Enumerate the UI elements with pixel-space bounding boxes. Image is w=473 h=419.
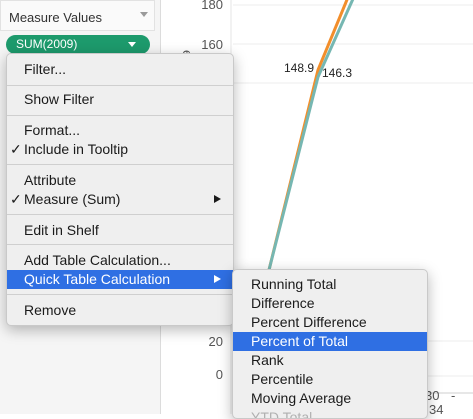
menu-item-label: Attribute [24, 172, 77, 188]
sum-2009-pill[interactable]: SUM(2009) [6, 35, 150, 54]
menu-item-label: Remove [24, 302, 77, 318]
data-label-146-3: 146.3 [322, 66, 352, 80]
menu-item-label: Add Table Calculation... [24, 252, 171, 268]
menu-item-include-in-tooltip[interactable]: ✓ Include in Tooltip [7, 140, 233, 159]
y-tick-160: 160 [201, 37, 223, 52]
menu-separator [7, 214, 233, 215]
submenu-item-percent-of-total[interactable]: Percent of Total [233, 332, 427, 351]
submenu-item-running-total[interactable]: Running Total [233, 275, 427, 294]
menu-item-add-table-calculation[interactable]: Add Table Calculation... [7, 251, 233, 270]
menu-separator [7, 85, 233, 86]
y-tick-20: 20 [209, 334, 223, 349]
menu-item-label: Show Filter [24, 91, 95, 107]
data-label-148-9: 148.9 [284, 61, 314, 75]
submenu-arrow-icon [214, 195, 221, 203]
submenu-item-label: Moving Average [251, 390, 352, 406]
submenu-item-percentile[interactable]: Percentile [233, 370, 427, 389]
menu-item-filter[interactable]: Filter... [7, 60, 233, 79]
menu-item-remove[interactable]: Remove [7, 301, 233, 320]
measure-values-card[interactable]: Measure Values [0, 0, 155, 31]
menu-item-label: Include in Tooltip [24, 141, 129, 157]
menu-separator [7, 294, 233, 295]
pill-context-menu: Filter... Show Filter Format... ✓ Includ… [6, 53, 234, 326]
menu-item-label: Format... [24, 122, 81, 138]
chevron-down-icon[interactable] [140, 12, 148, 17]
y-tick-180: 180 [201, 0, 223, 12]
menu-item-edit-in-shelf[interactable]: Edit in Shelf [7, 221, 233, 240]
submenu-item-label: Running Total [251, 276, 337, 292]
menu-item-attribute[interactable]: Attribute [7, 171, 233, 190]
series-line-orange [267, 0, 349, 271]
series-line-teal [267, 0, 355, 271]
checkmark-icon: ✓ [10, 191, 22, 207]
y-tick-0: 0 [216, 367, 223, 382]
submenu-item-label: Percentile [251, 371, 314, 387]
submenu-arrow-icon [214, 275, 221, 283]
submenu-item-label: Difference [251, 295, 315, 311]
pill-dropdown-icon[interactable] [128, 42, 136, 47]
menu-item-label: Measure (Sum) [24, 191, 121, 207]
menu-separator [7, 164, 233, 165]
menu-item-label: Quick Table Calculation [24, 271, 171, 287]
quick-table-calc-submenu: Running Total Difference Percent Differe… [232, 269, 428, 419]
menu-item-format[interactable]: Format... [7, 121, 233, 140]
menu-item-label: Filter... [24, 61, 67, 77]
submenu-item-label: Rank [251, 352, 284, 368]
measure-values-title: Measure Values [9, 10, 102, 25]
submenu-item-percent-difference[interactable]: Percent Difference [233, 313, 427, 332]
x-tick-dash: - [451, 388, 455, 403]
checkmark-icon: ✓ [10, 141, 22, 157]
menu-item-show-filter[interactable]: Show Filter [7, 90, 233, 109]
menu-separator [7, 244, 233, 245]
pill-label: SUM(2009) [16, 37, 78, 51]
submenu-item-moving-average[interactable]: Moving Average [233, 389, 427, 408]
submenu-item-label: Percent Difference [251, 314, 367, 330]
menu-separator [7, 115, 233, 116]
menu-item-quick-table-calculation[interactable]: Quick Table Calculation [7, 270, 233, 289]
submenu-item-label: Percent of Total [251, 333, 349, 349]
menu-item-label: Edit in Shelf [24, 222, 99, 238]
submenu-item-rank[interactable]: Rank [233, 351, 427, 370]
menu-item-measure-sum[interactable]: ✓ Measure (Sum) [7, 190, 233, 209]
submenu-item-difference[interactable]: Difference [233, 294, 427, 313]
x-tick-34: 34 [429, 402, 443, 414]
